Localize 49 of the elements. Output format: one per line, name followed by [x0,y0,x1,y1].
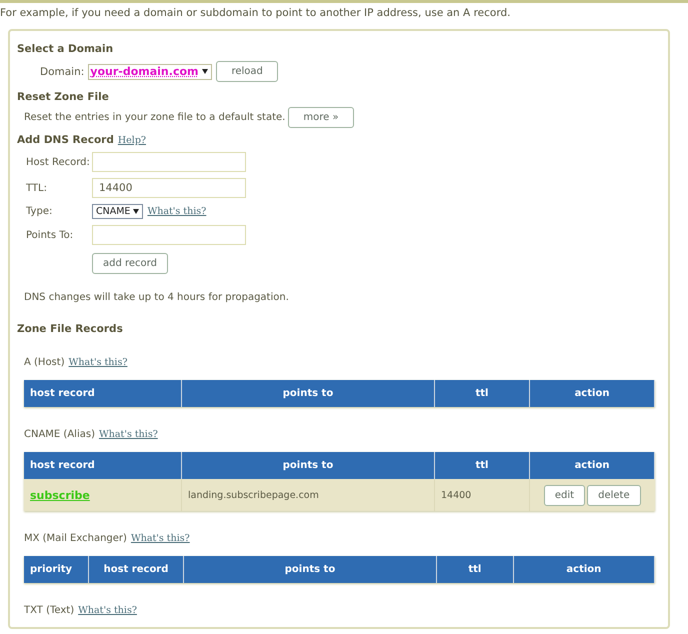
intro-text: For example, if you need a domain or subdomain to point to another IP address, use an A record. [0,7,512,19]
caret-icon [133,209,140,214]
column-header: points to [184,556,436,583]
record-type-label: MX (Mail Exchanger) [24,533,127,544]
edit-button[interactable]: edit [544,484,586,506]
column-header: action [530,380,654,407]
column-header: action [513,556,654,583]
field-label: Points To: [26,230,74,240]
column-header: points to [182,380,434,407]
record-type-label: TXT (Text) [24,605,74,616]
domain-dropdown[interactable]: your-domain.com [88,64,212,80]
column-header: ttl [434,380,530,407]
delete-button[interactable]: delete [587,484,641,506]
input-field[interactable]: 14400 [92,178,246,198]
section-heading: Zone File Records [17,323,124,335]
more-button[interactable]: more » [288,107,354,128]
help-link[interactable]: What's this? [78,605,137,616]
field-label: Type: [26,206,54,217]
table-cell: 14400 [434,479,530,511]
section-heading: Add DNS Record [17,134,114,146]
column-header: action [530,452,654,479]
description-text: Reset the entries in your zone file to a default state. [24,112,286,123]
reload-button[interactable]: reload [216,61,278,82]
help-link[interactable]: What's this? [147,206,206,217]
column-header: ttl [434,452,530,479]
input-field[interactable] [92,225,246,245]
record-type-label: A (Host) [24,357,65,368]
column-header: host record [88,556,184,583]
help-link[interactable]: What's this? [130,533,190,544]
column-header: points to [182,452,434,479]
input-field[interactable] [92,152,246,172]
field-label: Host Record: [26,156,91,168]
help-link[interactable]: Help? [118,135,146,146]
help-link[interactable]: What's this? [68,357,128,368]
type-dropdown[interactable]: CNAME [92,204,144,219]
field-label: TTL: [26,182,48,194]
table-cell: landing.subscribepage.com [182,479,434,511]
column-header: ttl [436,556,514,583]
column-header: host record [24,452,182,479]
record-type-label: CNAME (Alias) [24,429,95,440]
column-header: host record [24,380,182,407]
field-label: Domain: [40,66,84,78]
section-heading: Select a Domain [17,43,114,55]
column-header: priority [24,556,88,583]
caret-icon [202,69,208,74]
help-link[interactable]: What's this? [98,429,158,440]
add-record-button[interactable]: add record [92,253,168,274]
note-text: DNS changes will take up to 4 hours for propagation. [24,292,290,303]
section-heading: Reset Zone File [17,91,110,103]
